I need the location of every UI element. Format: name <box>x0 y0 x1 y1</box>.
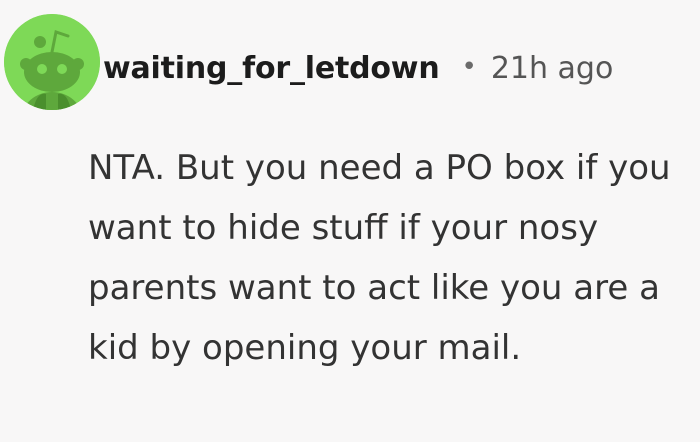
comment-card: waiting_for_letdown • 21h ago NTA. But y… <box>0 0 700 442</box>
comment-body: NTA. But you need a PO box if you want t… <box>88 148 671 368</box>
snoo-avatar-icon <box>4 14 100 110</box>
timestamp: 21h ago <box>490 50 614 86</box>
user-avatar[interactable] <box>4 14 100 110</box>
comment-header: waiting_for_letdown • 21h ago <box>103 44 613 92</box>
separator-dot: • <box>461 52 477 82</box>
username-link[interactable]: waiting_for_letdown <box>103 51 440 86</box>
